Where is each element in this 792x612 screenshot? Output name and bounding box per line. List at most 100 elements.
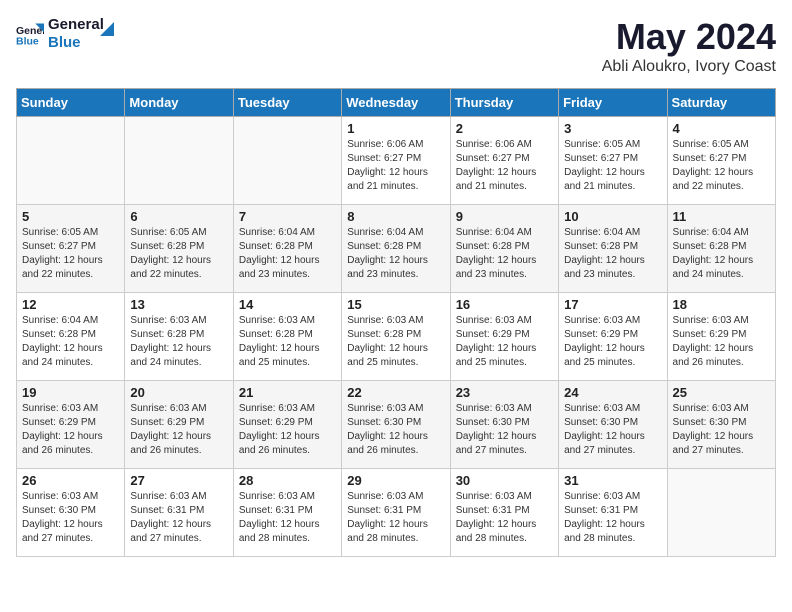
- day-info: Sunrise: 6:03 AM Sunset: 6:29 PM Dayligh…: [22, 402, 119, 458]
- calendar-header-row: SundayMondayTuesdayWednesdayThursdayFrid…: [17, 89, 776, 117]
- day-number: 27: [130, 473, 227, 488]
- day-number: 17: [564, 297, 661, 312]
- day-info: Sunrise: 6:03 AM Sunset: 6:31 PM Dayligh…: [130, 490, 227, 546]
- day-info: Sunrise: 6:03 AM Sunset: 6:29 PM Dayligh…: [564, 314, 661, 370]
- calendar-day-cell: 4 Sunrise: 6:05 AM Sunset: 6:27 PM Daylig…: [667, 117, 775, 205]
- weekday-header: Monday: [125, 89, 233, 117]
- day-number: 5: [22, 209, 119, 224]
- day-info: Sunrise: 6:04 AM Sunset: 6:28 PM Dayligh…: [456, 226, 553, 282]
- calendar-day-cell: 20 Sunrise: 6:03 AM Sunset: 6:29 PM Dayli…: [125, 381, 233, 469]
- day-info: Sunrise: 6:03 AM Sunset: 6:29 PM Dayligh…: [456, 314, 553, 370]
- day-info: Sunrise: 6:05 AM Sunset: 6:27 PM Dayligh…: [564, 138, 661, 194]
- title-block: May 2024 Abli Aloukro, Ivory Coast: [602, 16, 776, 76]
- calendar-day-cell: 14Sunrise: 6:03 AM Sunset: 6:28 PM Dayli…: [233, 293, 341, 381]
- calendar-day-cell: 6Sunrise: 6:05 AM Sunset: 6:28 PM Daylig…: [125, 205, 233, 293]
- calendar-day-cell: 27 Sunrise: 6:03 AM Sunset: 6:31 PM Dayli…: [125, 469, 233, 557]
- day-info: Sunrise: 6:04 AM Sunset: 6:28 PM Dayligh…: [22, 314, 119, 370]
- calendar-day-cell: [233, 117, 341, 205]
- calendar-day-cell: 2 Sunrise: 6:06 AM Sunset: 6:27 PM Daylig…: [450, 117, 558, 205]
- day-info: Sunrise: 6:03 AM Sunset: 6:30 PM Dayligh…: [564, 402, 661, 458]
- calendar-day-cell: [667, 469, 775, 557]
- location-title: Abli Aloukro, Ivory Coast: [602, 58, 776, 76]
- calendar-day-cell: 22Sunrise: 6:03 AM Sunset: 6:30 PM Dayli…: [342, 381, 450, 469]
- calendar-day-cell: 9 Sunrise: 6:04 AM Sunset: 6:28 PM Daylig…: [450, 205, 558, 293]
- day-info: Sunrise: 6:03 AM Sunset: 6:31 PM Dayligh…: [564, 490, 661, 546]
- calendar-day-cell: 28 Sunrise: 6:03 AM Sunset: 6:31 PM Dayli…: [233, 469, 341, 557]
- page-header: General Blue General Blue May 2024 Abli …: [16, 16, 776, 76]
- calendar-week-row: 1 Sunrise: 6:06 AM Sunset: 6:27 PM Daylig…: [17, 117, 776, 205]
- day-number: 2: [456, 121, 553, 136]
- day-number: 26: [22, 473, 119, 488]
- calendar-day-cell: 10Sunrise: 6:04 AM Sunset: 6:28 PM Dayli…: [559, 205, 667, 293]
- calendar-day-cell: [125, 117, 233, 205]
- day-number: 7: [239, 209, 336, 224]
- day-number: 20: [130, 385, 227, 400]
- day-info: Sunrise: 6:03 AM Sunset: 6:28 PM Dayligh…: [130, 314, 227, 370]
- calendar-day-cell: 8Sunrise: 6:04 AM Sunset: 6:28 PM Daylig…: [342, 205, 450, 293]
- weekday-header: Wednesday: [342, 89, 450, 117]
- day-number: 24: [564, 385, 661, 400]
- calendar-day-cell: 3 Sunrise: 6:05 AM Sunset: 6:27 PM Daylig…: [559, 117, 667, 205]
- day-number: 1: [347, 121, 444, 136]
- calendar-table: SundayMondayTuesdayWednesdayThursdayFrid…: [16, 88, 776, 557]
- day-info: Sunrise: 6:04 AM Sunset: 6:28 PM Dayligh…: [239, 226, 336, 282]
- logo-text-blue: Blue: [48, 34, 104, 52]
- day-info: Sunrise: 6:03 AM Sunset: 6:31 PM Dayligh…: [239, 490, 336, 546]
- calendar-day-cell: 13 Sunrise: 6:03 AM Sunset: 6:28 PM Dayli…: [125, 293, 233, 381]
- calendar-day-cell: 16 Sunrise: 6:03 AM Sunset: 6:29 PM Dayli…: [450, 293, 558, 381]
- day-number: 4: [673, 121, 770, 136]
- calendar-day-cell: 19 Sunrise: 6:03 AM Sunset: 6:29 PM Dayli…: [17, 381, 125, 469]
- day-number: 31: [564, 473, 661, 488]
- weekday-header: Tuesday: [233, 89, 341, 117]
- logo: General Blue General Blue: [16, 16, 114, 52]
- day-info: Sunrise: 6:03 AM Sunset: 6:31 PM Dayligh…: [456, 490, 553, 546]
- day-info: Sunrise: 6:04 AM Sunset: 6:28 PM Dayligh…: [564, 226, 661, 282]
- logo-triangle: [100, 22, 114, 36]
- calendar-day-cell: 18 Sunrise: 6:03 AM Sunset: 6:29 PM Dayli…: [667, 293, 775, 381]
- day-number: 3: [564, 121, 661, 136]
- calendar-day-cell: 31 Sunrise: 6:03 AM Sunset: 6:31 PM Dayli…: [559, 469, 667, 557]
- day-number: 25: [673, 385, 770, 400]
- calendar-day-cell: 17 Sunrise: 6:03 AM Sunset: 6:29 PM Dayli…: [559, 293, 667, 381]
- calendar-week-row: 12 Sunrise: 6:04 AM Sunset: 6:28 PM Dayli…: [17, 293, 776, 381]
- calendar-day-cell: 5 Sunrise: 6:05 AM Sunset: 6:27 PM Daylig…: [17, 205, 125, 293]
- day-number: 19: [22, 385, 119, 400]
- calendar-week-row: 26Sunrise: 6:03 AM Sunset: 6:30 PM Dayli…: [17, 469, 776, 557]
- day-info: Sunrise: 6:06 AM Sunset: 6:27 PM Dayligh…: [347, 138, 444, 194]
- day-number: 28: [239, 473, 336, 488]
- day-number: 11: [673, 209, 770, 224]
- day-info: Sunrise: 6:05 AM Sunset: 6:27 PM Dayligh…: [22, 226, 119, 282]
- weekday-header: Thursday: [450, 89, 558, 117]
- day-info: Sunrise: 6:03 AM Sunset: 6:30 PM Dayligh…: [673, 402, 770, 458]
- day-info: Sunrise: 6:03 AM Sunset: 6:30 PM Dayligh…: [347, 402, 444, 458]
- month-title: May 2024: [602, 16, 776, 58]
- day-info: Sunrise: 6:05 AM Sunset: 6:27 PM Dayligh…: [673, 138, 770, 194]
- calendar-day-cell: 15Sunrise: 6:03 AM Sunset: 6:28 PM Dayli…: [342, 293, 450, 381]
- day-number: 16: [456, 297, 553, 312]
- day-info: Sunrise: 6:06 AM Sunset: 6:27 PM Dayligh…: [456, 138, 553, 194]
- calendar-week-row: 19 Sunrise: 6:03 AM Sunset: 6:29 PM Dayli…: [17, 381, 776, 469]
- calendar-day-cell: 1 Sunrise: 6:06 AM Sunset: 6:27 PM Daylig…: [342, 117, 450, 205]
- day-info: Sunrise: 6:03 AM Sunset: 6:31 PM Dayligh…: [347, 490, 444, 546]
- calendar-day-cell: 29 Sunrise: 6:03 AM Sunset: 6:31 PM Dayli…: [342, 469, 450, 557]
- calendar-day-cell: [17, 117, 125, 205]
- day-number: 29: [347, 473, 444, 488]
- day-number: 18: [673, 297, 770, 312]
- day-info: Sunrise: 6:03 AM Sunset: 6:28 PM Dayligh…: [239, 314, 336, 370]
- calendar-day-cell: 26Sunrise: 6:03 AM Sunset: 6:30 PM Dayli…: [17, 469, 125, 557]
- day-info: Sunrise: 6:03 AM Sunset: 6:29 PM Dayligh…: [673, 314, 770, 370]
- calendar-day-cell: 21Sunrise: 6:03 AM Sunset: 6:29 PM Dayli…: [233, 381, 341, 469]
- day-info: Sunrise: 6:03 AM Sunset: 6:29 PM Dayligh…: [130, 402, 227, 458]
- day-number: 9: [456, 209, 553, 224]
- day-info: Sunrise: 6:04 AM Sunset: 6:28 PM Dayligh…: [673, 226, 770, 282]
- calendar-day-cell: 24 Sunrise: 6:03 AM Sunset: 6:30 PM Dayli…: [559, 381, 667, 469]
- day-number: 12: [22, 297, 119, 312]
- calendar-day-cell: 23Sunrise: 6:03 AM Sunset: 6:30 PM Dayli…: [450, 381, 558, 469]
- calendar-day-cell: 11 Sunrise: 6:04 AM Sunset: 6:28 PM Dayli…: [667, 205, 775, 293]
- calendar-week-row: 5 Sunrise: 6:05 AM Sunset: 6:27 PM Daylig…: [17, 205, 776, 293]
- weekday-header: Sunday: [17, 89, 125, 117]
- calendar-day-cell: 30Sunrise: 6:03 AM Sunset: 6:31 PM Dayli…: [450, 469, 558, 557]
- day-number: 21: [239, 385, 336, 400]
- day-info: Sunrise: 6:05 AM Sunset: 6:28 PM Dayligh…: [130, 226, 227, 282]
- day-number: 13: [130, 297, 227, 312]
